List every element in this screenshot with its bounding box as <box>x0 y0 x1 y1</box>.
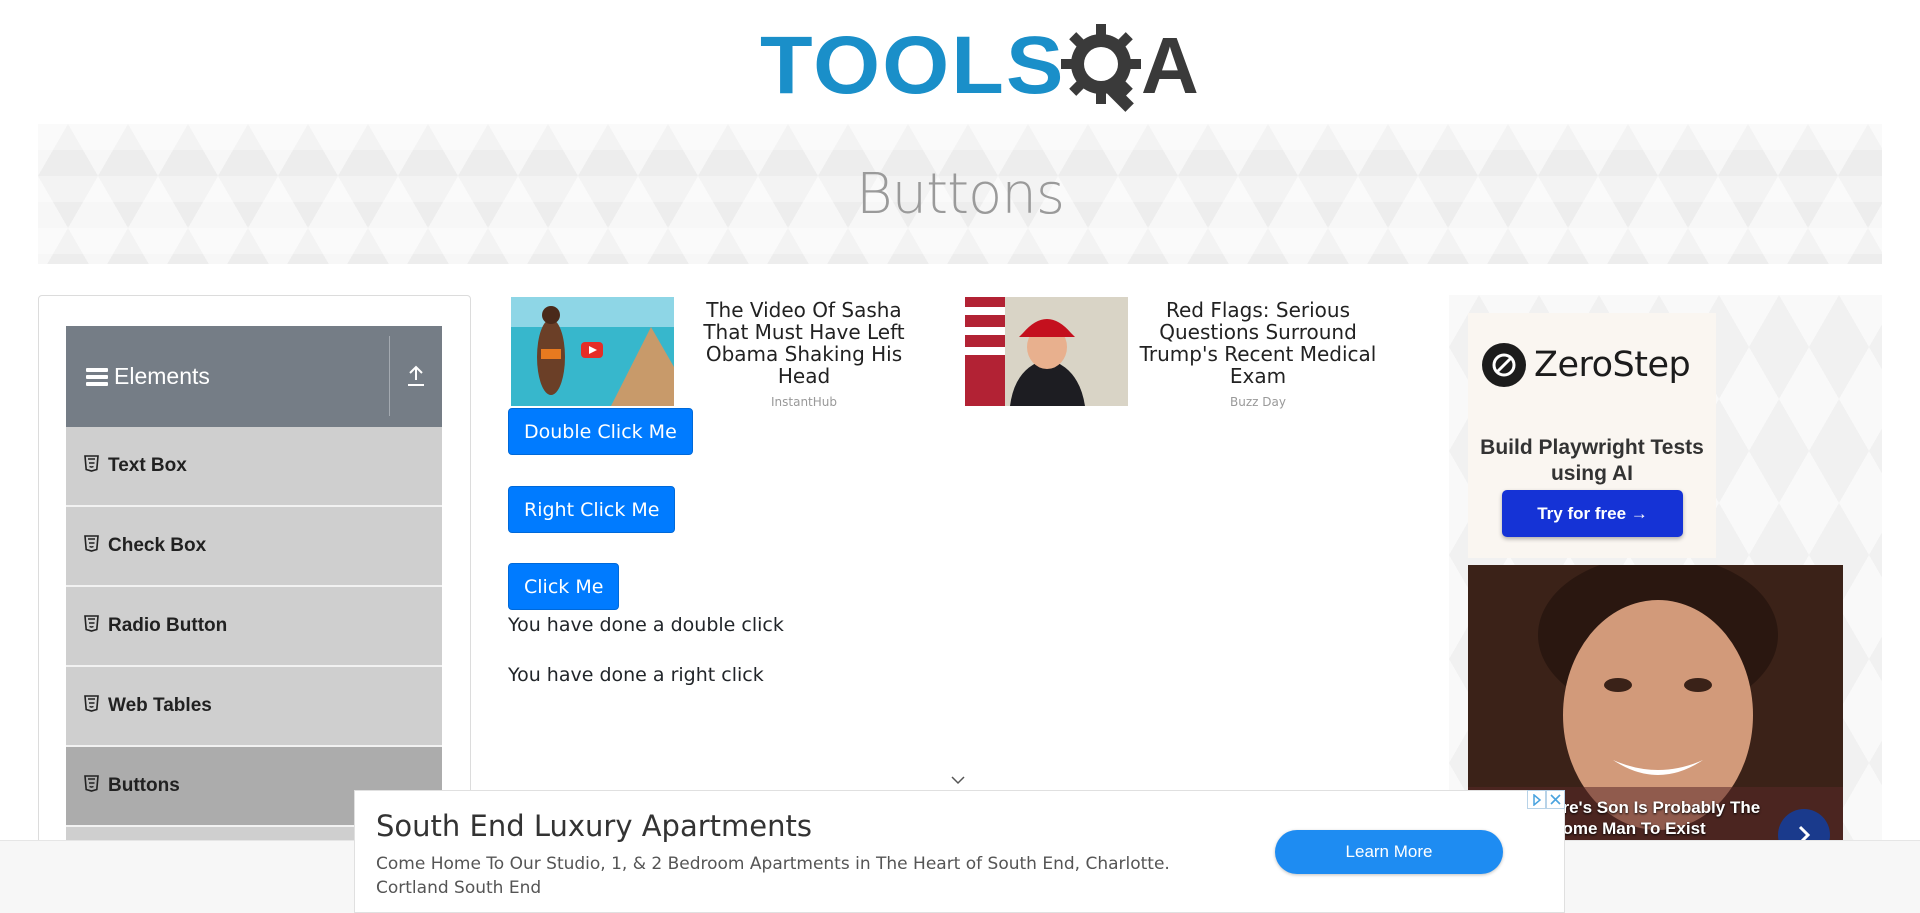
zerostep-ad[interactable]: ZeroStep Build Playwright Tests using AI… <box>1468 313 1716 558</box>
page-title: Buttons <box>855 161 1065 227</box>
try-for-free-button[interactable]: Try for free → <box>1502 490 1683 537</box>
upload-arrow-icon[interactable] <box>396 356 436 396</box>
html5-icon <box>84 774 99 792</box>
sidebar-item-label: Buttons <box>108 775 180 796</box>
sidebar-item-text-box[interactable]: Text Box <box>66 427 442 507</box>
gear-magnifier-icon <box>1057 20 1149 112</box>
sponsored-title: Red Flags: Serious Questions Surround Tr… <box>1139 298 1377 388</box>
sidebar-item-web-tables[interactable]: Web Tables <box>66 667 442 747</box>
bottom-ad-title: South End Luxury Apartments <box>376 809 812 843</box>
sponsored-thumbnail <box>965 297 1128 406</box>
sponsored-card[interactable]: Red Flags: Serious Questions Surround Tr… <box>965 297 1388 409</box>
right-click-button[interactable]: Right Click Me <box>508 486 676 533</box>
photo-ad-caption: ere's Son Is Probably The some Man To Ex… <box>1553 798 1761 838</box>
html5-icon <box>84 454 99 472</box>
logo-text: TOOLS <box>760 19 1066 111</box>
right-ad-panel: ZeroStep Build Playwright Tests using AI… <box>1449 295 1882 840</box>
menu-icon <box>86 366 108 388</box>
html5-icon <box>84 534 99 552</box>
logo-text-suffix: A <box>1140 20 1199 110</box>
sidebar-item-radio-button[interactable]: Radio Button <box>66 587 442 667</box>
click-button[interactable]: Click Me <box>508 563 620 610</box>
sidebar-item-label: Radio Button <box>108 615 228 636</box>
close-icon[interactable] <box>1546 790 1565 809</box>
sponsored-source: Buzz Day <box>1230 395 1286 409</box>
sponsored-thumbnail <box>511 297 674 406</box>
sidebar-menu: Text Box Check Box Radio Button Web Tabl… <box>66 427 442 847</box>
sponsored-source: InstantHub <box>770 395 837 409</box>
sidebar-group-elements[interactable]: Elements <box>66 326 442 427</box>
sponsored-title: The Video Of Sasha That Must Have Left O… <box>703 298 905 388</box>
sponsored-card[interactable]: The Video Of Sasha That Must Have Left O… <box>511 297 934 409</box>
sidebar-group-label: Elements <box>114 363 210 389</box>
zerostep-brand: ZeroStep <box>1534 345 1691 385</box>
zerostep-subtitle: Build Playwright Tests using AI <box>1480 436 1704 485</box>
sidebar-item-label: Web Tables <box>108 695 212 716</box>
learn-more-button[interactable]: Learn More <box>1275 830 1503 874</box>
right-click-message: You have done a right click <box>508 664 764 686</box>
bottom-ad-banner[interactable]: South End Luxury Apartments Come Home To… <box>354 790 1565 913</box>
sidebar-item-label: Text Box <box>108 455 187 476</box>
double-click-button[interactable]: Double Click Me <box>508 408 693 455</box>
adchoices[interactable] <box>1527 790 1565 809</box>
toolsqa-logo[interactable]: TOOLS A <box>760 18 1199 113</box>
chevron-down-icon[interactable] <box>950 772 966 788</box>
zerostep-logo-icon <box>1482 343 1526 387</box>
header-divider <box>389 336 390 416</box>
bottom-ad-body: Come Home To Our Studio, 1, & 2 Bedroom … <box>376 854 1170 898</box>
html5-icon <box>84 694 99 712</box>
html5-icon <box>84 614 99 632</box>
adchoices-icon[interactable] <box>1527 790 1546 809</box>
sidebar-item-label: Check Box <box>108 535 207 556</box>
sidebar-item-check-box[interactable]: Check Box <box>66 507 442 587</box>
double-click-message: You have done a double click <box>508 614 784 636</box>
page-banner: Buttons <box>38 124 1882 264</box>
